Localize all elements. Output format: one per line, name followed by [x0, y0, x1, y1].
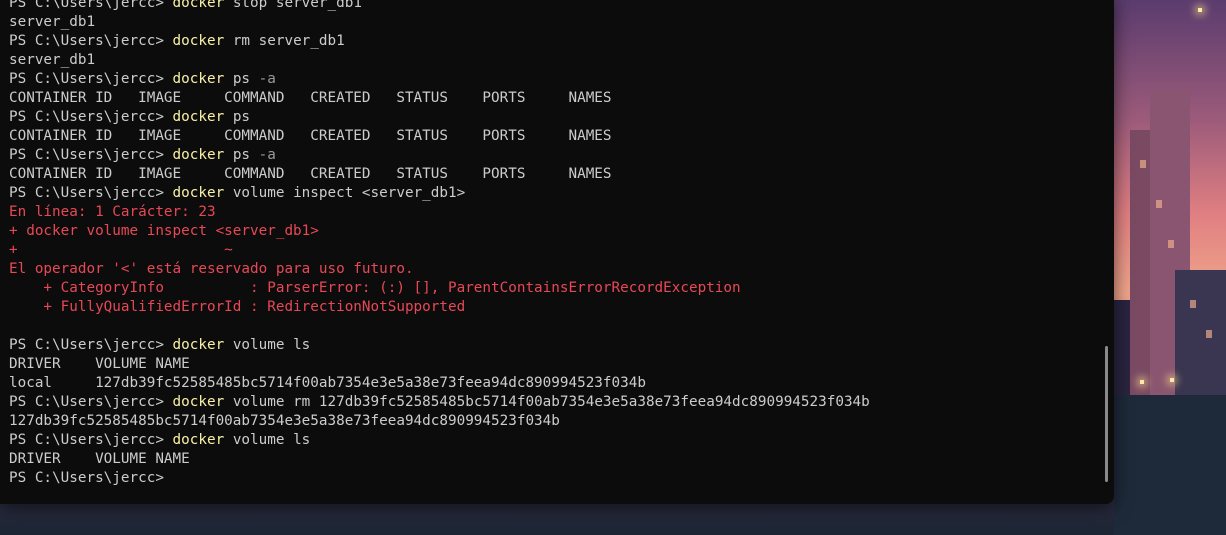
command-name: docker	[172, 33, 225, 49]
command-line: PS C:\Users\jercc> docker volume rm 127d…	[9, 393, 870, 412]
command-flag: -a	[258, 147, 276, 163]
error-text: + docker volume inspect <server_db1>	[9, 223, 319, 239]
prompt-text: PS C:\Users\jercc>	[9, 71, 173, 87]
command-args: stop server_db1	[232, 0, 362, 11]
output-text: 127db39fc52585485bc5714f00ab7354e3e5a38e…	[9, 413, 560, 429]
prompt-text: PS C:\Users\jercc>	[9, 432, 173, 448]
output-line: 127db39fc52585485bc5714f00ab7354e3e5a38e…	[9, 412, 870, 431]
command-name: docker	[172, 71, 225, 87]
command-name: docker	[172, 337, 225, 353]
command-line: PS C:\Users\jercc> docker stop server_db…	[9, 0, 870, 13]
terminal-scrollbar[interactable]	[1105, 346, 1108, 482]
command-name: docker	[172, 147, 225, 163]
output-text: DRIVER VOLUME NAME	[9, 356, 190, 372]
error-text: En línea: 1 Carácter: 23	[9, 204, 216, 220]
wallpaper-window	[1140, 160, 1146, 168]
command-args: volume inspect <server_db1>	[232, 185, 466, 201]
command-args: rm server_db1	[232, 33, 345, 49]
command-name: docker	[172, 109, 225, 125]
prompt-text: PS C:\Users\jercc>	[9, 33, 173, 49]
terminal-window[interactable]: PS C:\Users\jercc> docker stop server_db…	[0, 0, 1114, 504]
command-args: volume ls	[232, 337, 311, 353]
command-flag: -a	[258, 71, 276, 87]
command-line: PS C:\Users\jercc> docker ps	[9, 108, 870, 127]
wallpaper-window	[1190, 300, 1196, 308]
command-name: docker	[172, 394, 225, 410]
error-line: + CategoryInfo : ParserError: (:) [], Pa…	[9, 279, 870, 298]
output-text: CONTAINER ID IMAGE COMMAND CREATED STATU…	[9, 166, 612, 182]
prompt-text: PS C:\Users\jercc>	[9, 185, 173, 201]
error-line: El operador '<' está reservado para uso …	[9, 260, 870, 279]
output-line: CONTAINER ID IMAGE COMMAND CREATED STATU…	[9, 165, 870, 184]
command-line: PS C:\Users\jercc> docker volume ls	[9, 336, 870, 355]
error-line: + FullyQualifiedErrorId : RedirectionNot…	[9, 298, 870, 317]
prompt-text: PS C:\Users\jercc>	[9, 147, 173, 163]
error-line: En línea: 1 Carácter: 23	[9, 203, 870, 222]
wallpaper-window	[1156, 200, 1162, 208]
command-args: volume rm 127db39fc52585485bc5714f00ab73…	[232, 394, 870, 410]
command-line: PS C:\Users\jercc> docker ps -a	[9, 70, 870, 89]
output-line: server_db1	[9, 13, 870, 32]
command-name: docker	[172, 0, 225, 11]
output-line: DRIVER VOLUME NAME	[9, 355, 870, 374]
output-text: local 127db39fc52585485bc5714f00ab7354e3…	[9, 375, 646, 391]
terminal-output[interactable]: PS C:\Users\jercc> docker stop server_db…	[9, 0, 870, 488]
output-text: CONTAINER ID IMAGE COMMAND CREATED STATU…	[9, 90, 612, 106]
output-line: CONTAINER ID IMAGE COMMAND CREATED STATU…	[9, 89, 870, 108]
output-line: local 127db39fc52585485bc5714f00ab7354e3…	[9, 374, 870, 393]
prompt-text: PS C:\Users\jercc>	[9, 109, 173, 125]
command-line: PS C:\Users\jercc> docker rm server_db1	[9, 32, 870, 51]
wallpaper-window	[1206, 330, 1212, 338]
command-name: docker	[172, 185, 225, 201]
error-text: + FullyQualifiedErrorId : RedirectionNot…	[9, 299, 466, 315]
prompt-text: PS C:\Users\jercc>	[9, 337, 173, 353]
output-line: server_db1	[9, 51, 870, 70]
wallpaper-window	[1168, 240, 1174, 248]
error-text: + ~	[9, 242, 233, 258]
output-text: server_db1	[9, 14, 96, 30]
error-text: El operador '<' está reservado para uso …	[9, 261, 414, 277]
wallpaper-building	[1114, 395, 1226, 535]
wallpaper-lamp	[1170, 378, 1174, 382]
output-line: CONTAINER ID IMAGE COMMAND CREATED STATU…	[9, 127, 870, 146]
output-text: CONTAINER ID IMAGE COMMAND CREATED STATU…	[9, 128, 612, 144]
prompt-text: PS C:\Users\jercc>	[9, 470, 173, 486]
command-args: volume ls	[232, 432, 311, 448]
wallpaper-lamp	[1198, 8, 1202, 12]
command-args: ps	[232, 109, 251, 125]
output-text: server_db1	[9, 52, 96, 68]
error-text: + CategoryInfo : ParserError: (:) [], Pa…	[9, 280, 741, 296]
error-line: + docker volume inspect <server_db1>	[9, 222, 870, 241]
wallpaper-lamp	[1140, 380, 1144, 384]
command-line: PS C:\Users\jercc> docker volume inspect…	[9, 184, 870, 203]
command-args: ps	[232, 71, 259, 87]
prompt-text: PS C:\Users\jercc>	[9, 0, 173, 11]
current-prompt[interactable]: PS C:\Users\jercc>	[9, 469, 870, 488]
command-args: ps	[232, 147, 259, 163]
prompt-text: PS C:\Users\jercc>	[9, 394, 173, 410]
output-line: DRIVER VOLUME NAME	[9, 450, 870, 469]
error-line: + ~	[9, 241, 870, 260]
command-line: PS C:\Users\jercc> docker ps -a	[9, 146, 870, 165]
command-line: PS C:\Users\jercc> docker volume ls	[9, 431, 870, 450]
command-name: docker	[172, 432, 225, 448]
output-text: DRIVER VOLUME NAME	[9, 451, 190, 467]
